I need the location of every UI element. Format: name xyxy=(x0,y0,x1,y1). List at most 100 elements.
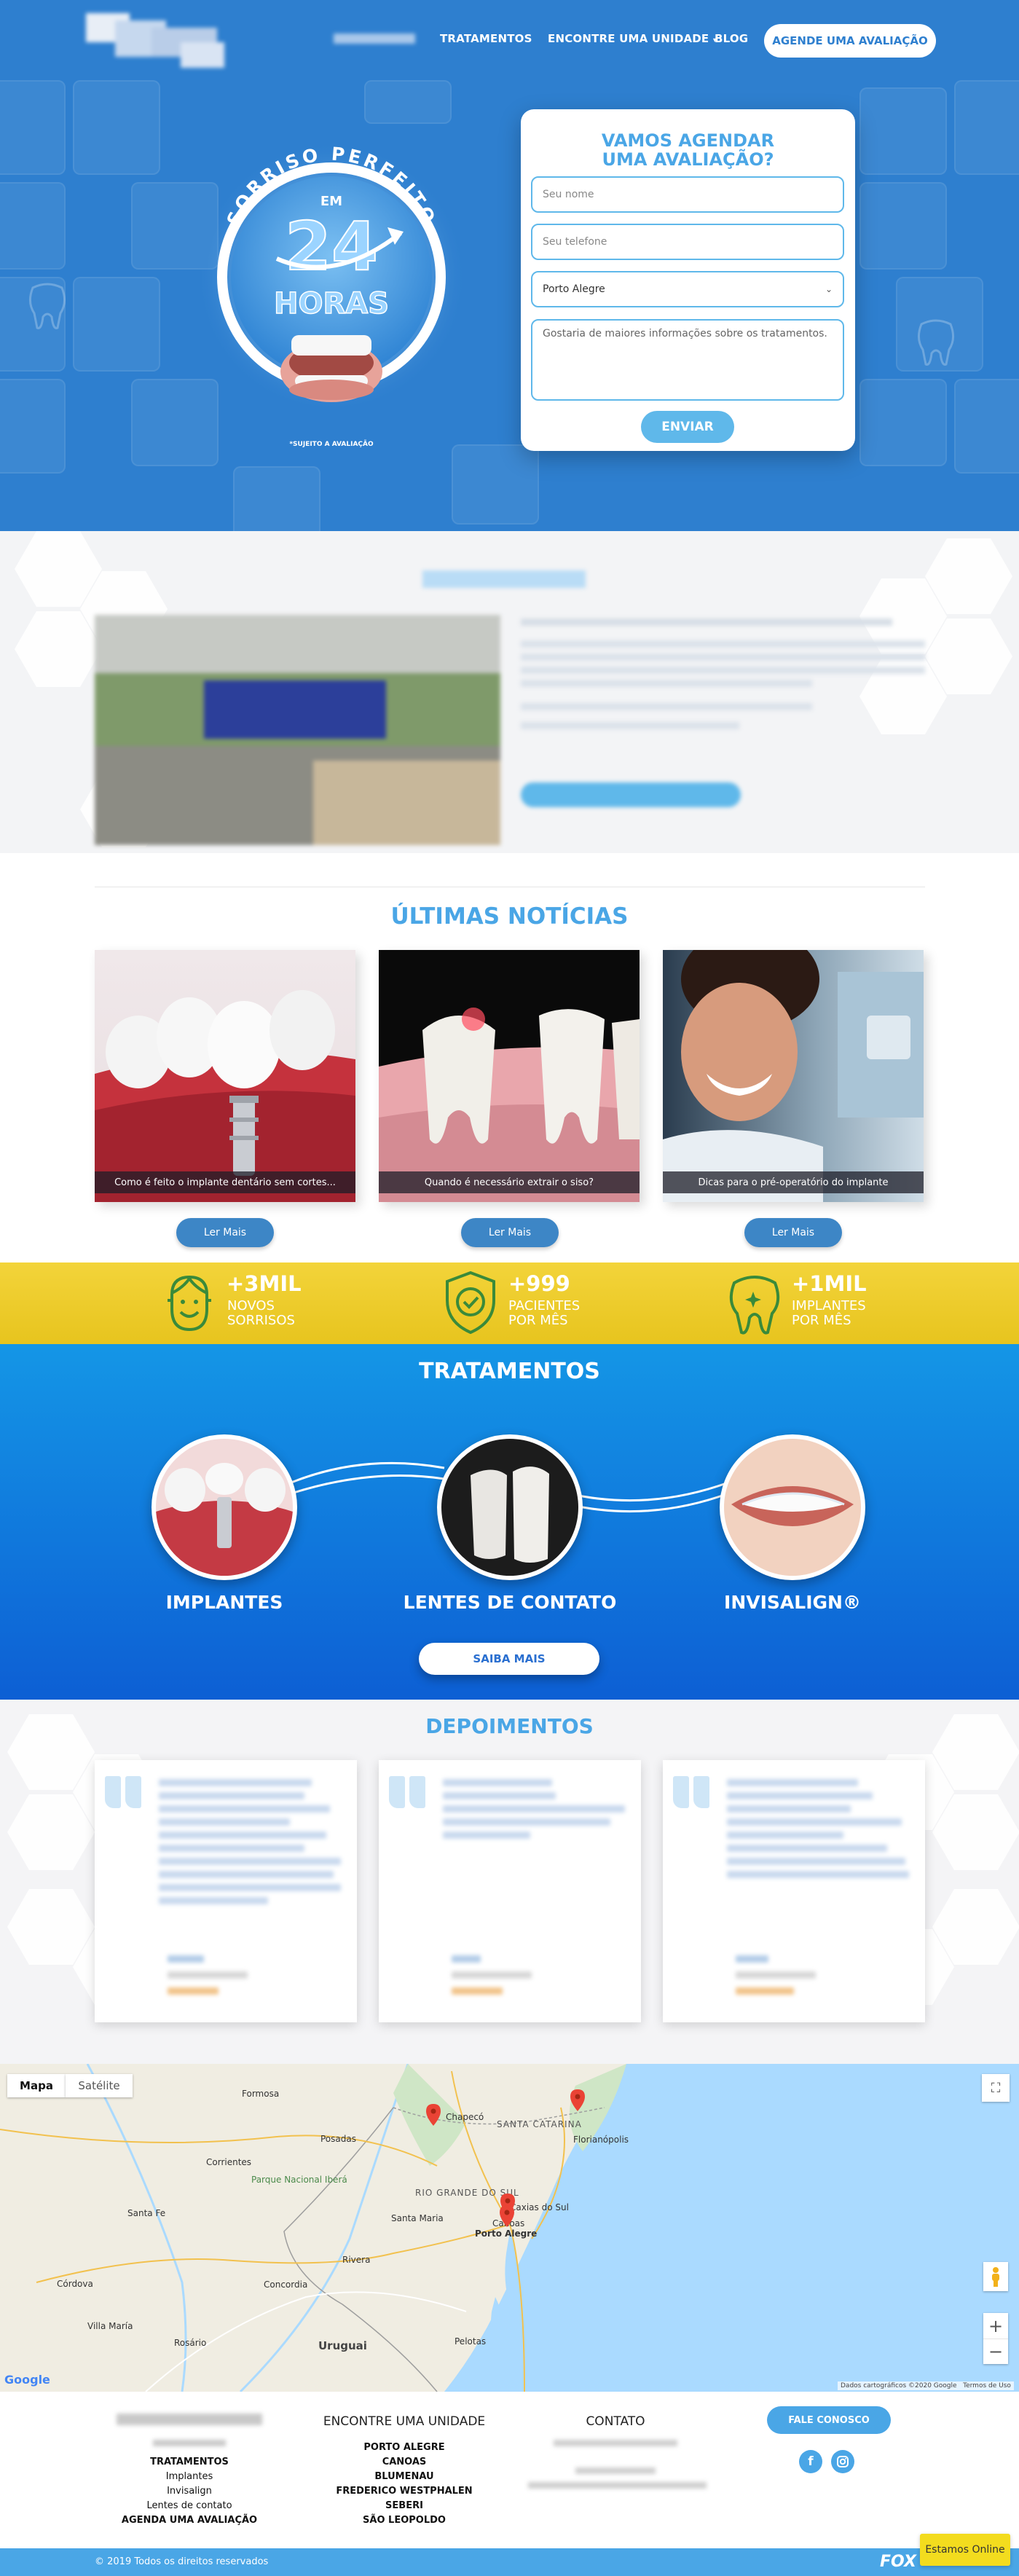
news-card[interactable]: Como é feito o implante dentário sem cor… xyxy=(95,950,355,1202)
nav-link-blog[interactable]: BLOG xyxy=(715,32,748,45)
map-city-label: Villa María xyxy=(87,2321,133,2331)
testimonial-card xyxy=(95,1760,357,2022)
zoom-control: + − xyxy=(983,2313,1008,2364)
submit-button[interactable]: ENVIAR xyxy=(641,411,734,443)
footer-unit-link[interactable]: BLUMENAU xyxy=(306,2470,503,2484)
map-city-label: Concordia xyxy=(264,2279,308,2290)
instagram-icon[interactable] xyxy=(831,2450,854,2473)
contact-phone xyxy=(575,2467,656,2474)
news-caption: Dicas para o pré-operatório do implante xyxy=(663,1171,924,1193)
copyright: © 2019 Todos os direitos reservados xyxy=(95,2556,269,2567)
footer-unit-link[interactable]: SEBERI xyxy=(306,2499,503,2513)
map-city-label: Santa Fe xyxy=(127,2208,166,2218)
about-title xyxy=(422,570,586,588)
footer-unit-link[interactable]: CANOAS xyxy=(306,2455,503,2470)
star-rating xyxy=(452,1987,503,1995)
badge-number: 24 xyxy=(285,208,378,286)
map-pin-icon[interactable] xyxy=(426,2104,441,2126)
nav-link-encontre-unidade[interactable]: ENCONTRE UMA UNIDADE ▾ xyxy=(548,32,717,45)
treatment-label[interactable]: LENTES DE CONTATO xyxy=(393,1592,626,1613)
about-text-line xyxy=(521,667,925,674)
map-park-label: Parque Nacional Iberá xyxy=(251,2175,347,2185)
stat-number: +1MIL xyxy=(792,1271,867,1296)
map-city-label: Santa Maria xyxy=(391,2213,444,2223)
phone-input[interactable]: Seu telefone xyxy=(531,224,844,260)
treatment-implantes-image[interactable] xyxy=(152,1434,297,1580)
map-pin-icon[interactable] xyxy=(500,2205,514,2227)
map-city-label: Florianópolis xyxy=(573,2135,629,2145)
footer-link[interactable]: Implantes xyxy=(117,2470,262,2484)
footer-unit-link[interactable]: FREDERICO WESTPHALEN xyxy=(306,2484,503,2499)
agency-logo[interactable]: FOX xyxy=(880,2553,916,2571)
bg-tile xyxy=(859,379,947,466)
contact-us-button[interactable]: FALE CONOSCO xyxy=(767,2406,891,2434)
testimonial-author xyxy=(452,1955,481,1963)
facebook-icon[interactable]: f xyxy=(799,2450,822,2473)
name-input[interactable]: Seu nome xyxy=(531,176,844,213)
street-view-icon[interactable] xyxy=(983,2262,1008,2291)
appointment-form: VAMOS AGENDAR UMA AVALIAÇÃO? Seu nome Se… xyxy=(521,109,855,451)
read-more-button[interactable]: Ler Mais xyxy=(744,1218,842,1247)
map-view-tab[interactable]: Mapa xyxy=(7,2074,66,2097)
brand-logo[interactable] xyxy=(86,13,232,70)
learn-more-button[interactable]: SAIBA MAIS xyxy=(419,1643,599,1675)
promo-badge: SORRISO PERFEITO EM 24 HORAS *SUJEITO A … xyxy=(197,131,466,459)
schedule-evaluation-button[interactable]: AGENDE UMA AVALIAÇÃO xyxy=(764,24,936,58)
patient-photo xyxy=(663,950,924,1202)
stat-number: +3MIL xyxy=(227,1271,302,1296)
footer-unit-link[interactable]: SÃO LEOPOLDO xyxy=(306,2513,503,2528)
map-city-label: Chapecó xyxy=(446,2112,484,2122)
map-city-label: Rosário xyxy=(174,2338,207,2348)
zoom-out-icon[interactable]: − xyxy=(983,2339,1008,2364)
dentures-illustration xyxy=(280,335,382,402)
read-more-button[interactable]: Ler Mais xyxy=(461,1218,559,1247)
contact-email xyxy=(528,2482,707,2489)
read-more-button[interactable]: Ler Mais xyxy=(176,1218,274,1247)
testimonials-title: DEPOIMENTOS xyxy=(425,1714,594,1738)
zoom-in-icon[interactable]: + xyxy=(983,2313,1008,2339)
bg-tile xyxy=(859,87,947,175)
star-rating xyxy=(736,1987,794,1995)
location-map[interactable]: Mapa Satélite Porto Alegre Canoas Santa … xyxy=(0,2064,1019,2392)
map-pin-icon[interactable] xyxy=(570,2089,585,2111)
treatment-label[interactable]: INVISALIGN® xyxy=(691,1592,894,1613)
footer-link[interactable]: Invisalign xyxy=(117,2484,262,2499)
footer-link[interactable]: TRATAMENTOS xyxy=(117,2455,262,2470)
message-textarea[interactable]: Gostaria de maiores informações sobre os… xyxy=(531,319,844,401)
nav-link-tratamentos[interactable]: TRATAMENTOS xyxy=(440,32,532,45)
about-text-line xyxy=(521,703,812,710)
about-section xyxy=(0,531,1019,853)
testimonial-author xyxy=(168,1955,204,1963)
about-cta-button[interactable] xyxy=(521,782,741,807)
unit-select[interactable]: Porto Alegre ⌄ xyxy=(531,271,844,307)
footer-link[interactable]: AGENDA UMA AVALIAÇÃO xyxy=(102,2513,277,2528)
bg-tile xyxy=(364,80,452,124)
star-rating xyxy=(168,1987,219,1995)
quote-icon xyxy=(105,1776,149,1813)
footer-unit-link[interactable]: PORTO ALEGRE xyxy=(306,2440,503,2455)
treatment-invisalign-image[interactable] xyxy=(720,1434,865,1580)
footer-contact-title: CONTATO xyxy=(586,2414,645,2429)
news-card[interactable]: Quando é necessário extrair o siso? xyxy=(379,950,640,1202)
about-text-line xyxy=(521,722,739,729)
tooth-sparkle-icon xyxy=(729,1276,780,1335)
badge-horas: HORAS xyxy=(274,287,389,321)
map-city-label: Formosa xyxy=(242,2089,280,2099)
terms-link[interactable]: Termos de Uso xyxy=(963,2382,1011,2390)
footer-brand xyxy=(117,2414,262,2425)
treatment-lentes-image[interactable] xyxy=(437,1434,583,1580)
map-city-label: Caxias do Sul xyxy=(510,2202,569,2212)
news-card[interactable]: Dicas para o pré-operatório do implante xyxy=(663,950,924,1202)
online-chat-button[interactable]: Estamos Online xyxy=(920,2534,1010,2566)
quote-icon xyxy=(389,1776,433,1813)
map-region-label: SANTA CATARINA xyxy=(497,2119,582,2129)
nav-link-home[interactable] xyxy=(334,34,415,44)
treatments-title: TRATAMENTOS xyxy=(419,1359,600,1384)
satellite-view-tab[interactable]: Satélite xyxy=(66,2074,133,2097)
footer-link[interactable]: Lentes de contato xyxy=(117,2499,262,2513)
fullscreen-icon[interactable]: ⛶ xyxy=(982,2074,1010,2102)
treatment-label[interactable]: IMPLANTES xyxy=(122,1592,326,1613)
footer-link[interactable] xyxy=(153,2440,226,2446)
form-title: VAMOS AGENDAR UMA AVALIAÇÃO? xyxy=(601,130,775,170)
tooth-icon xyxy=(29,283,66,329)
